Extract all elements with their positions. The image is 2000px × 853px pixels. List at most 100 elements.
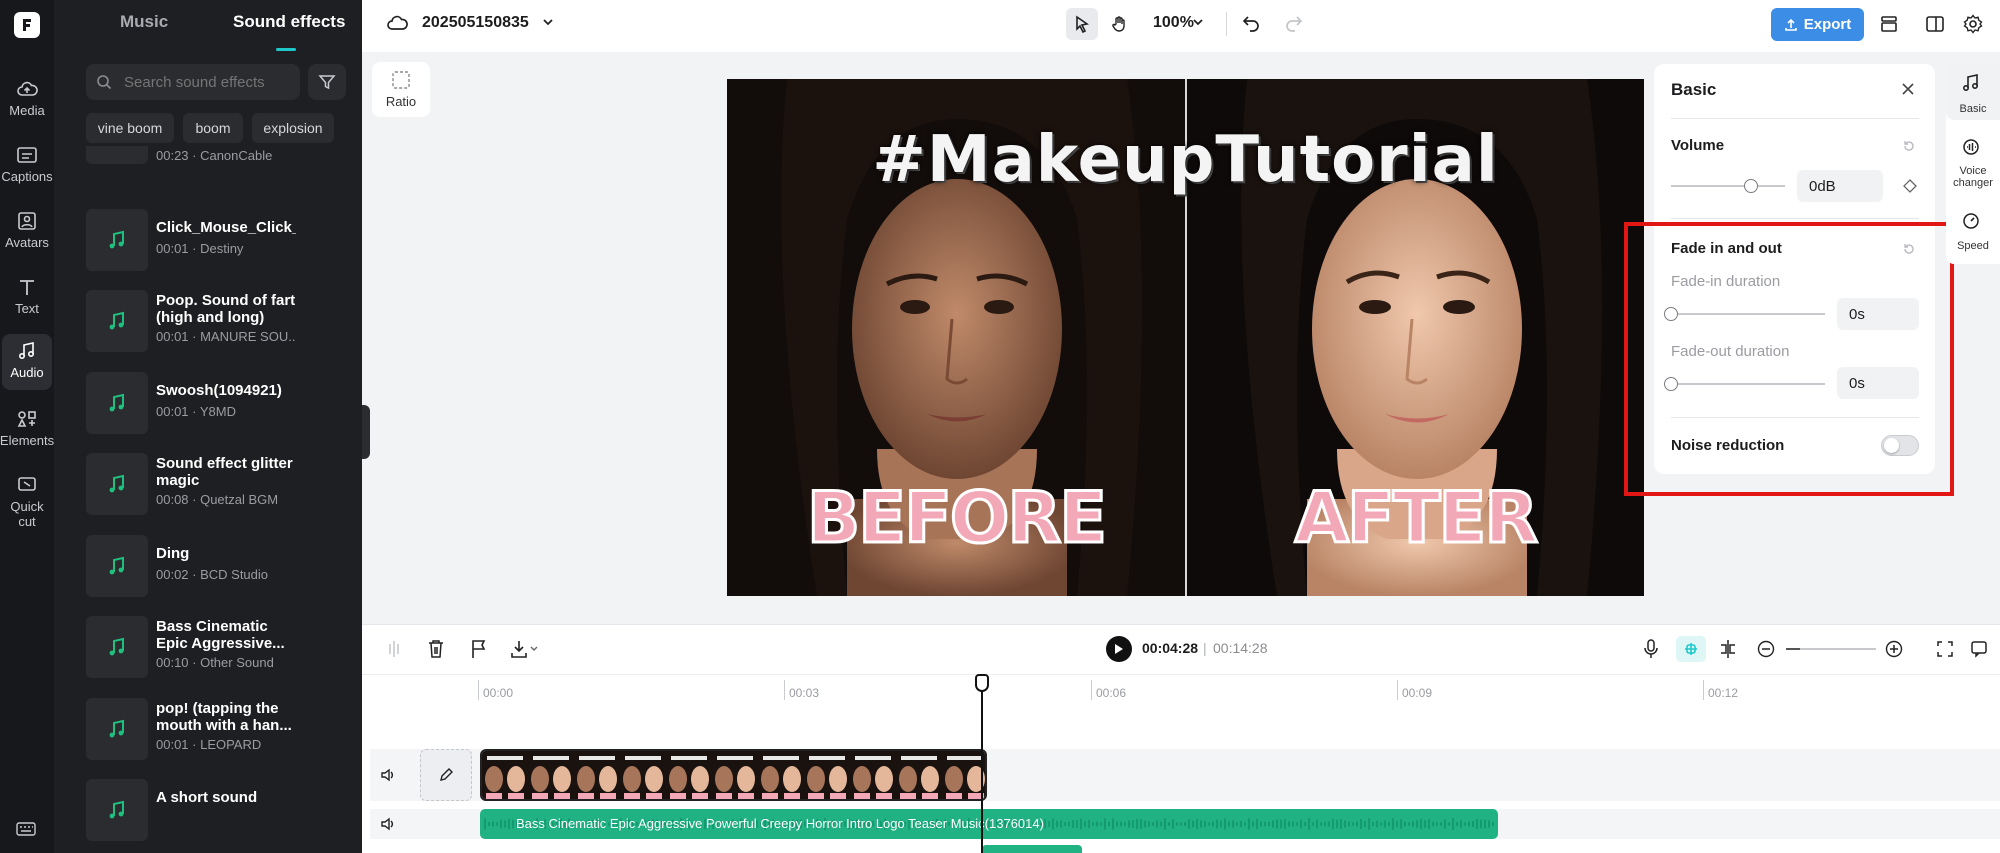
video-clip[interactable] [480, 749, 987, 801]
waveform-bar [1080, 818, 1082, 830]
waveform-bar [512, 819, 514, 829]
list-item[interactable]: Sound effect glitter magic 00:08 · Quetza… [86, 453, 356, 533]
collapse-panel-handle[interactable] [362, 405, 370, 459]
play-icon [1115, 644, 1123, 654]
volume-value-field[interactable]: 0dB [1797, 170, 1883, 202]
zoom-in-icon[interactable] [1885, 640, 1903, 658]
mute-audio-track-icon[interactable] [380, 816, 396, 832]
list-item[interactable]: Bass Cinematic Epic Aggressive... 00:10 ·… [86, 616, 356, 696]
export-button[interactable]: Export [1771, 8, 1864, 41]
chevron-down-icon[interactable] [542, 17, 554, 27]
tab-sound-effects[interactable]: Sound effects [233, 12, 345, 32]
chip-vine-boom[interactable]: vine boom [86, 113, 174, 143]
playhead-handle[interactable] [975, 674, 989, 692]
search-input[interactable] [86, 64, 300, 100]
music-note-icon [109, 637, 124, 656]
select-tool-button[interactable] [1066, 8, 1098, 40]
waveform-bar [1176, 822, 1178, 826]
tab-music[interactable]: Music [120, 12, 168, 32]
audio-clip-secondary[interactable] [982, 845, 1082, 853]
ruler-tick [1703, 680, 1704, 700]
ruler-tick [1397, 680, 1398, 700]
project-name[interactable]: 202505150835 [422, 14, 529, 32]
waveform-bar [1420, 819, 1422, 829]
sfx-title: A short sound [156, 789, 258, 806]
mute-video-track-icon[interactable] [380, 767, 396, 783]
volume-slider-knob[interactable] [1743, 179, 1758, 193]
download-icon[interactable] [510, 639, 540, 659]
rail-label: Media [9, 103, 45, 118]
waveform-bar [1316, 819, 1318, 829]
list-item[interactable]: pop! (tapping the mouth with a han... 00:… [86, 698, 356, 778]
chip-boom[interactable]: boom [183, 113, 243, 143]
rail-item-captions[interactable]: Captions [0, 146, 54, 206]
waveform-bar [1192, 820, 1194, 828]
fullscreen-icon[interactable] [1936, 640, 1954, 658]
split-view-icon[interactable] [1719, 639, 1737, 659]
clip-thumb [528, 751, 574, 799]
list-item[interactable]: Ding 00:02 · BCD Studio [86, 535, 356, 615]
waveform-bar [484, 818, 486, 830]
rail-item-audio[interactable]: Audio [2, 334, 52, 390]
waveform-bar [1044, 819, 1046, 829]
cloud-save-icon[interactable] [386, 13, 408, 33]
microphone-icon[interactable] [1642, 639, 1660, 659]
waveform-bar [1244, 822, 1246, 826]
rail-item-text[interactable]: Text [0, 278, 54, 338]
rail-item-quick-cut[interactable]: Quick cut [0, 476, 54, 536]
ruler-label: 00:09 [1402, 686, 1433, 700]
close-icon[interactable] [1901, 82, 1915, 96]
playhead[interactable] [981, 680, 983, 853]
waveform-bar [1284, 819, 1286, 829]
waveform-bar [1220, 820, 1222, 828]
filter-button[interactable] [308, 64, 346, 100]
zoom-level[interactable]: 100% [1153, 14, 1194, 32]
keyboard-icon[interactable] [16, 822, 36, 836]
chip-explosion[interactable]: explosion [252, 113, 334, 143]
rail-item-media[interactable]: Media [0, 80, 54, 140]
app-logo-icon[interactable] [14, 12, 40, 38]
waveform-bar [1272, 820, 1274, 828]
undo-icon[interactable] [1242, 14, 1262, 32]
marker-flag-icon[interactable] [470, 639, 488, 659]
waveform-bar [1068, 821, 1070, 827]
rail-item-avatars[interactable]: Avatars [0, 212, 54, 272]
zoom-out-icon[interactable] [1757, 640, 1775, 658]
settings-gear-icon[interactable] [1963, 14, 1983, 34]
waveform-bar [1380, 822, 1382, 826]
redo-icon[interactable] [1283, 14, 1303, 32]
magnet-snap-button[interactable] [1676, 636, 1706, 662]
ratio-button[interactable]: Ratio [372, 62, 430, 117]
waveform-bar [1332, 819, 1334, 829]
waveform-bar [1300, 819, 1302, 829]
rail-item-elements[interactable]: Elements [0, 410, 54, 470]
volume-slider-track[interactable] [1671, 185, 1785, 187]
video-preview[interactable]: #MakeupTutorial BEFORE AFTER [727, 79, 1644, 596]
reset-volume-icon[interactable] [1902, 139, 1916, 153]
hand-tool-button[interactable] [1104, 8, 1136, 40]
waveform-bar [1112, 818, 1114, 830]
waveform-bar [1248, 818, 1250, 830]
feedback-icon[interactable] [1970, 640, 1988, 658]
list-item-partial[interactable]: 00:23 · CanonCable [86, 146, 356, 166]
side-tab-speed[interactable]: Speed [1946, 240, 2000, 252]
list-item[interactable]: Click_Mouse_Click_ 00:01 · Destiny [86, 209, 356, 289]
waveform-bar [1208, 822, 1210, 826]
split-icon[interactable] [386, 640, 402, 658]
layers-icon[interactable] [1879, 14, 1899, 34]
side-tab-basic[interactable]: Basic [1946, 103, 2000, 115]
music-note-icon [109, 311, 124, 330]
waveform-bar [1152, 822, 1154, 826]
hand-icon [1112, 16, 1125, 32]
sfx-title: pop! (tapping the mouth with a han... [156, 700, 292, 734]
keyframe-diamond-icon[interactable] [1903, 179, 1917, 193]
list-item[interactable]: Poop. Sound of fart (high and long) 00:01… [86, 290, 356, 370]
list-item[interactable]: A short sound [86, 779, 356, 853]
play-button[interactable] [1106, 636, 1132, 662]
panel-layout-icon[interactable] [1925, 14, 1945, 34]
zoom-chevron-icon[interactable] [1192, 17, 1204, 27]
delete-icon[interactable] [427, 639, 445, 659]
edit-cover-button[interactable] [420, 749, 472, 801]
list-item[interactable]: Swoosh(1094921) 00:01 · Y8MD [86, 372, 356, 452]
side-tab-voice-changer[interactable]: Voice changer [1946, 165, 2000, 189]
